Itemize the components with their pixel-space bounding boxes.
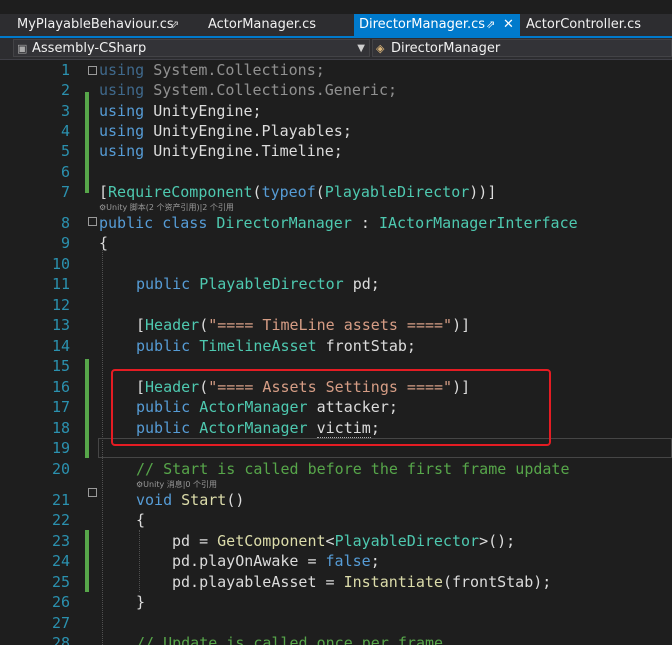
code-line-1: using System.Collections;: [99, 61, 325, 79]
class-icon: ◈: [376, 42, 385, 55]
codelens-references[interactable]: ⚙Unity 脚本(2 个资产引用)|2 个引用: [99, 203, 234, 213]
line-number: 13: [51, 316, 70, 334]
tab-label: ActorController.cs: [526, 17, 642, 32]
line-number: 22: [51, 511, 70, 529]
line-number: 1: [60, 61, 70, 79]
line-number: 17: [51, 398, 70, 416]
line-number: 12: [51, 296, 70, 314]
code-line-3: using UnityEngine;: [99, 102, 262, 120]
line-number: 25: [51, 573, 70, 591]
line-number: 18: [51, 419, 70, 437]
line-number: 6: [60, 163, 70, 181]
code-line-24: pd.playOnAwake = false;: [172, 552, 380, 570]
document-tab-bar: MyPlayableBehaviour.cs ⇗ ActorManager.cs…: [0, 14, 672, 36]
code-line-25: pd.playableAsset = Instantiate(frontStab…: [172, 573, 552, 591]
chevron-down-icon: ▼: [357, 43, 365, 54]
code-line-23: pd = GetComponent<PlayableDirector>();: [172, 532, 516, 550]
indent-guide: [139, 530, 140, 592]
code-line-7: [RequireComponent(typeof(PlayableDirecto…: [99, 183, 497, 201]
line-number: 24: [51, 552, 70, 570]
code-line-13: [Header("==== TimeLine assets ====")]: [136, 316, 471, 334]
csharp-project-icon: ▣: [17, 42, 28, 55]
tab-label: MyPlayableBehaviour.cs: [17, 17, 174, 32]
code-line-21: void Start(): [136, 491, 245, 509]
line-number: 15: [51, 357, 70, 375]
line-number: 11: [51, 275, 70, 293]
change-marker: [85, 530, 89, 592]
tab-label: DirectorManager.cs: [359, 17, 486, 32]
project-name: Assembly-CSharp: [32, 41, 147, 56]
tab-directormanager[interactable]: DirectorManager.cs ⇗ ✕: [354, 14, 520, 36]
line-number: 10: [51, 255, 70, 273]
line-number: 19: [51, 439, 70, 457]
fold-collapse-icon[interactable]: [88, 488, 97, 497]
line-number: 21: [51, 491, 70, 509]
red-highlight-annotation: [111, 369, 551, 446]
line-number: 23: [51, 532, 70, 550]
code-line-2: using System.Collections.Generic;: [99, 81, 398, 99]
tab-actormanager[interactable]: ActorManager.cs: [192, 14, 350, 36]
change-marker: [85, 112, 89, 193]
tab-actorcontroller[interactable]: ActorController.cs: [520, 14, 672, 36]
line-number: 9: [60, 234, 70, 252]
code-line-11: public PlayableDirector pd;: [136, 275, 380, 293]
navigation-bar: ▣ Assembly-CSharp ▼ ◈ DirectorManager: [0, 38, 672, 60]
line-number: 2: [60, 81, 70, 99]
line-number: 8: [60, 214, 70, 232]
line-number: 7: [60, 183, 70, 201]
code-line-22: {: [136, 511, 146, 529]
line-number: 5: [60, 142, 70, 160]
change-marker: [85, 92, 89, 112]
tab-label: ActorManager.cs: [208, 17, 317, 32]
fold-collapse-icon[interactable]: [88, 66, 97, 75]
code-line-20: // Start is called before the first fram…: [136, 460, 570, 478]
code-line-9: {: [99, 234, 109, 252]
code-line-5: using UnityEngine.Timeline;: [99, 142, 343, 160]
code-editor[interactable]: 1 2 3 4 5 6 7 8 9 10 11 12 13 14 15 16 1…: [0, 60, 672, 645]
fold-collapse-icon[interactable]: [88, 217, 97, 226]
line-number: 26: [51, 593, 70, 611]
line-number: 28: [51, 634, 70, 645]
code-line-8: public class DirectorManager : IActorMan…: [99, 214, 578, 232]
line-number: 14: [51, 337, 70, 355]
code-line-26: }: [136, 593, 146, 611]
class-name: DirectorManager: [391, 41, 501, 56]
code-line-4: using UnityEngine.Playables;: [99, 122, 352, 140]
line-number: 3: [60, 102, 70, 120]
line-number: 20: [51, 460, 70, 478]
line-number: 4: [60, 122, 70, 140]
close-icon[interactable]: ✕: [503, 14, 514, 36]
code-line-14: public TimelineAsset frontStab;: [136, 337, 416, 355]
pin-icon[interactable]: ⇗: [170, 14, 179, 36]
codelens-references[interactable]: ⚙Unity 消息|0 个引用: [136, 480, 217, 490]
project-dropdown[interactable]: ▣ Assembly-CSharp ▼: [13, 39, 370, 57]
pin-icon[interactable]: ⇗: [486, 14, 495, 36]
line-number: 16: [51, 378, 70, 396]
change-marker: [85, 359, 89, 458]
code-line-28: // Update is called once per frame: [136, 634, 444, 645]
line-number: 27: [51, 614, 70, 632]
tab-myplayablebehaviour[interactable]: MyPlayableBehaviour.cs ⇗: [0, 14, 192, 36]
class-dropdown[interactable]: ◈ DirectorManager: [372, 39, 672, 57]
